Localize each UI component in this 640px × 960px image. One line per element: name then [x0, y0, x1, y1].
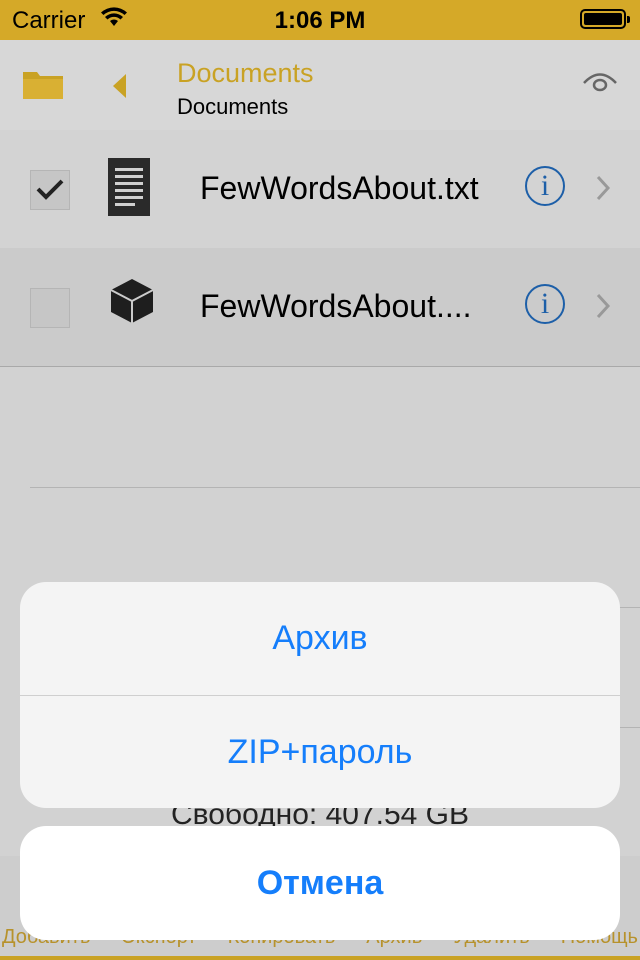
navigation-bar: Documents Documents	[0, 40, 640, 130]
action-sheet: Архив ZIP+пароль	[20, 582, 620, 808]
toolbar-accent-line	[0, 956, 640, 960]
eye-icon[interactable]	[582, 72, 618, 94]
nav-title[interactable]: Documents	[177, 58, 314, 89]
info-icon[interactable]: i	[525, 166, 565, 206]
checkbox-checked[interactable]	[30, 170, 70, 210]
chevron-right-icon[interactable]	[595, 174, 611, 202]
status-time: 1:06 PM	[274, 7, 366, 34]
chevron-right-icon[interactable]	[595, 292, 611, 320]
file-name[interactable]: FewWordsAbout....	[200, 288, 510, 325]
status-bar: Carrier 1:06 PM	[0, 0, 640, 40]
file-row[interactable]: FewWordsAbout.txt i	[0, 130, 640, 250]
cancel-button[interactable]: Отмена	[20, 826, 620, 940]
text-document-icon	[108, 158, 150, 221]
divider	[30, 487, 640, 488]
info-icon[interactable]: i	[525, 284, 565, 324]
file-row[interactable]: FewWordsAbout.... i	[0, 248, 640, 368]
archive-button[interactable]: Архив	[20, 582, 620, 695]
back-arrow-icon[interactable]	[110, 72, 128, 100]
nav-subtitle: Documents	[177, 94, 289, 119]
box-archive-icon	[108, 276, 156, 329]
battery-icon	[580, 9, 630, 29]
zip-password-button[interactable]: ZIP+пароль	[20, 696, 620, 808]
file-name[interactable]: FewWordsAbout.txt	[200, 170, 510, 207]
checkbox-unchecked[interactable]	[30, 288, 70, 328]
folder-icon[interactable]	[22, 68, 64, 100]
